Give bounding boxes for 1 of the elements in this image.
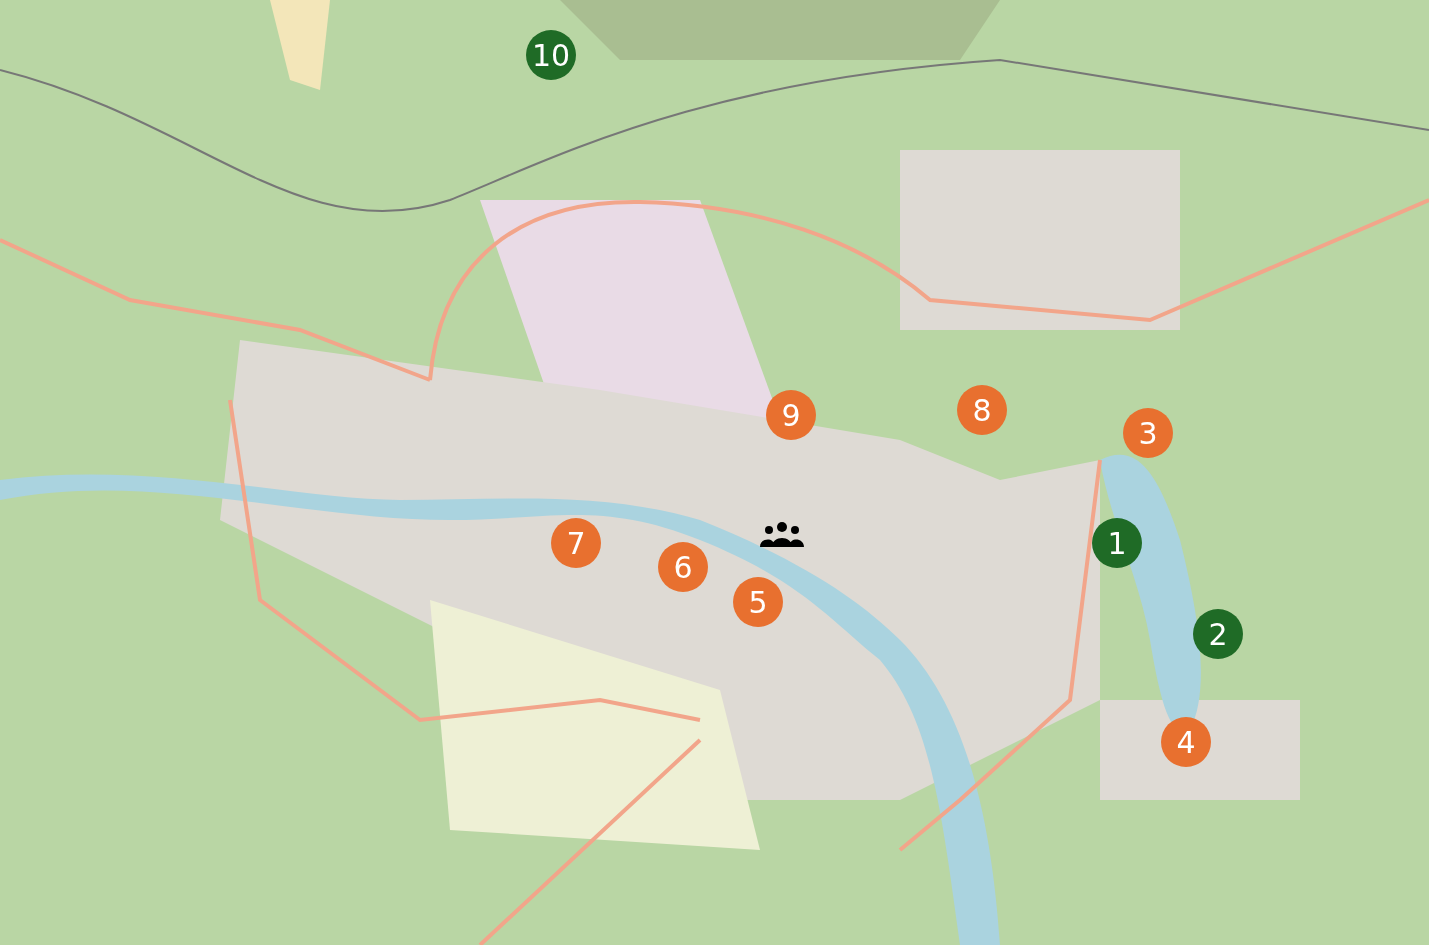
people-group-icon[interactable]: [760, 520, 804, 548]
